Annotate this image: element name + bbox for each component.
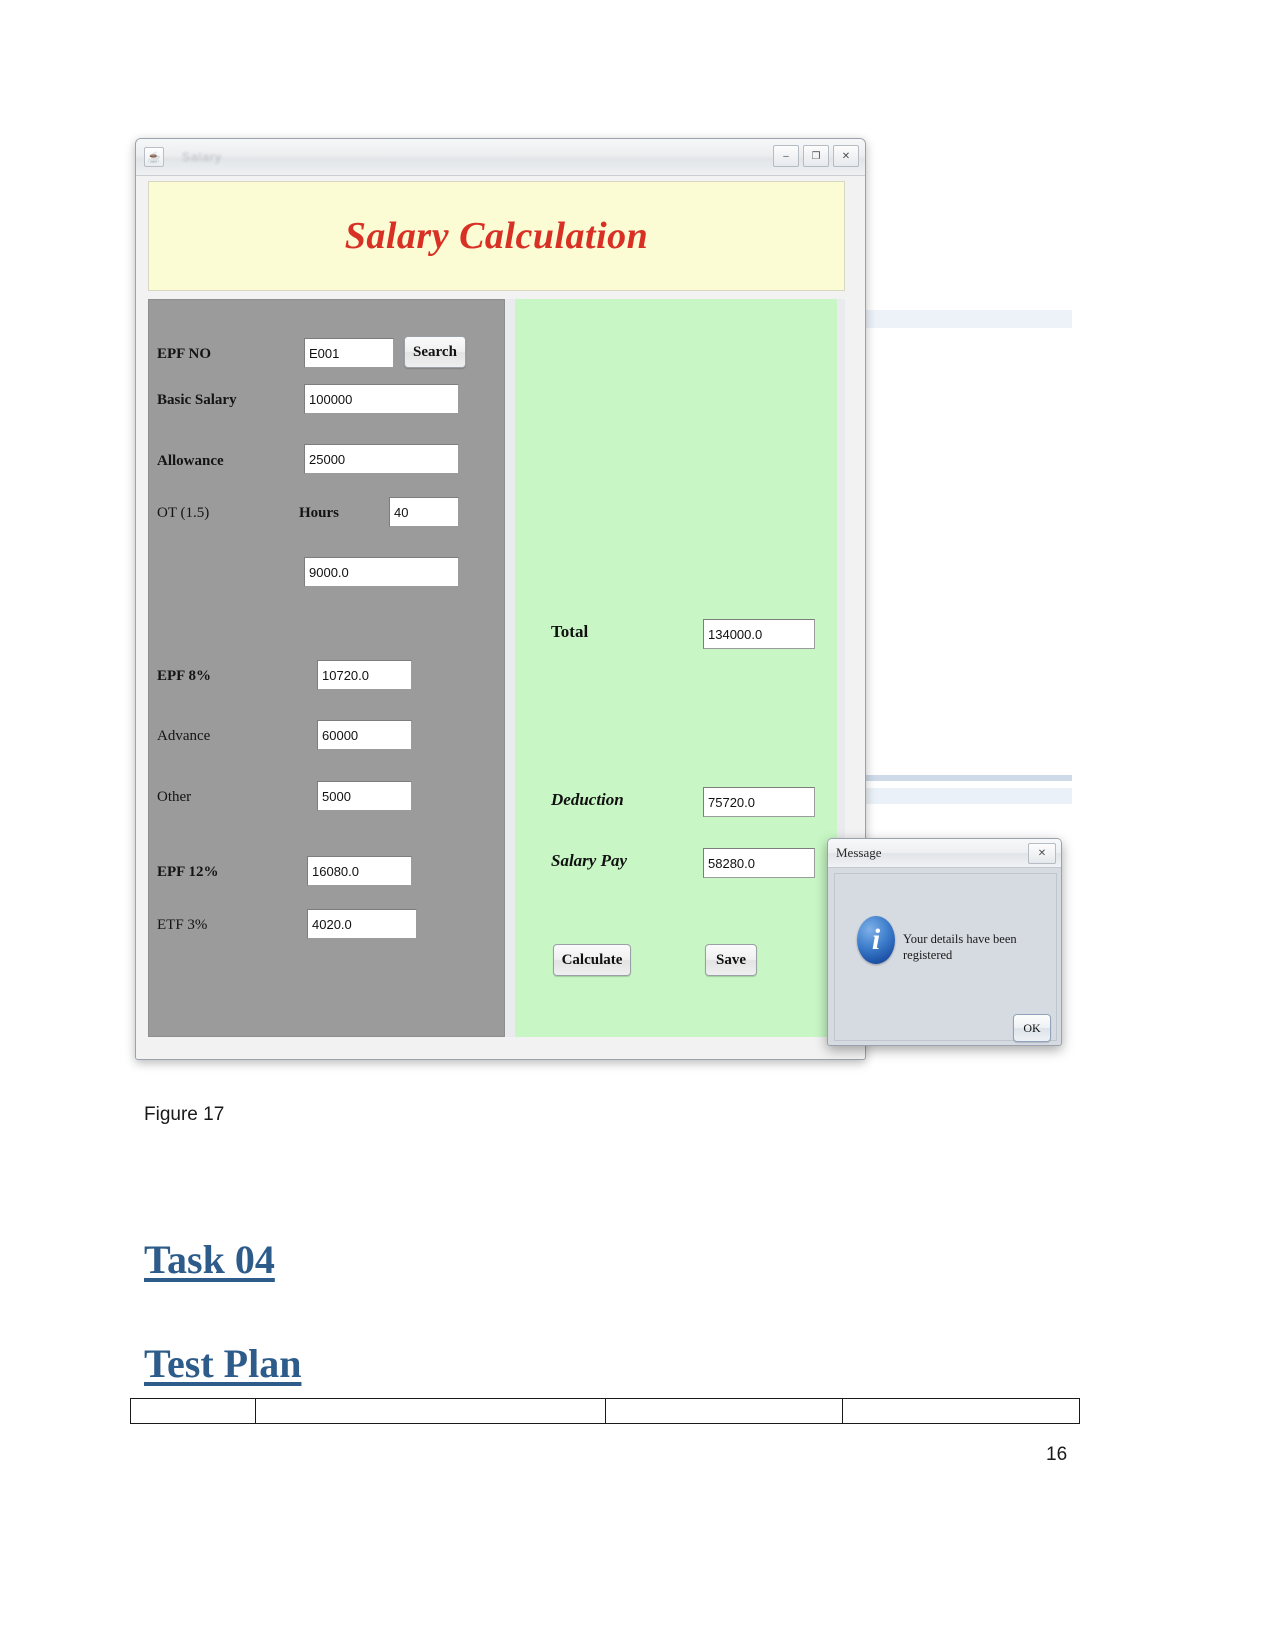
figure-caption: Figure 17: [144, 1104, 225, 1125]
total-input[interactable]: 134000.0: [703, 619, 815, 649]
page-number: 16: [1046, 1444, 1068, 1465]
window-controls: – ❐ ✕: [773, 145, 859, 167]
background-doc-strip: [860, 775, 1072, 781]
allowance-input[interactable]: 25000: [304, 444, 459, 474]
advance-input[interactable]: 60000: [317, 720, 412, 750]
epf-no-label: EPF NO: [157, 346, 212, 362]
table-cell: [606, 1399, 843, 1423]
header-banner: Salary Calculation: [148, 181, 845, 291]
basic-salary-label: Basic Salary: [157, 392, 237, 408]
epf12-input[interactable]: 16080.0: [307, 856, 412, 886]
test-plan-table: [130, 1398, 1080, 1424]
dialog-title-bar[interactable]: Message ✕: [828, 839, 1061, 868]
epf12-label: EPF 12%: [157, 864, 219, 880]
window-title-bar[interactable]: ☕ Salary – ❐ ✕: [136, 139, 865, 176]
page-title: Salary Calculation: [344, 215, 649, 257]
background-doc-strip: [860, 788, 1072, 804]
dialog-body: i Your details have been registered OK: [834, 873, 1057, 1042]
dialog-close-icon[interactable]: ✕: [1028, 843, 1056, 864]
calculate-button[interactable]: Calculate: [553, 944, 631, 976]
allowance-label: Allowance: [157, 453, 224, 469]
etf3-label: ETF 3%: [157, 917, 208, 933]
java-cup-icon: ☕: [144, 147, 164, 167]
other-input[interactable]: 5000: [317, 781, 412, 811]
results-panel: Total 134000.0 Deduction 75720.0 Salary …: [515, 299, 837, 1037]
salary-pay-input[interactable]: 58280.0: [703, 848, 815, 878]
background-doc-strip: [860, 310, 1072, 328]
table-cell: [843, 1399, 1079, 1423]
ot-label: OT (1.5): [157, 505, 210, 521]
input-panel: EPF NO E001 Search Basic Salary 100000 A…: [148, 299, 505, 1037]
content-panels: EPF NO E001 Search Basic Salary 100000 A…: [148, 299, 845, 1037]
hours-label: Hours: [299, 505, 340, 521]
table-cell: [131, 1399, 256, 1423]
epf8-label: EPF 8%: [157, 668, 212, 684]
deduction-label: Deduction: [551, 790, 624, 809]
ok-button[interactable]: OK: [1013, 1014, 1051, 1042]
search-button[interactable]: Search: [404, 336, 466, 368]
message-dialog: Message ✕ i Your details have been regis…: [827, 838, 1062, 1046]
epf-no-input[interactable]: E001: [304, 338, 394, 368]
ot-amount-input[interactable]: 9000.0: [304, 557, 459, 587]
maximize-button[interactable]: ❐: [803, 145, 829, 167]
basic-salary-input[interactable]: 100000: [304, 384, 459, 414]
info-icon: i: [857, 916, 895, 964]
etf3-input[interactable]: 4020.0: [307, 909, 417, 939]
other-label: Other: [157, 789, 192, 805]
window-title-text: Salary: [182, 150, 223, 164]
total-label: Total: [551, 622, 589, 641]
dialog-message: Your details have been registered: [903, 932, 1017, 963]
dialog-title: Message: [836, 845, 882, 860]
epf8-input[interactable]: 10720.0: [317, 660, 412, 690]
table-cell: [256, 1399, 606, 1423]
minimize-button[interactable]: –: [773, 145, 799, 167]
ot-hours-input[interactable]: 40: [389, 497, 459, 527]
deduction-input[interactable]: 75720.0: [703, 787, 815, 817]
save-button[interactable]: Save: [705, 944, 757, 976]
salary-calculation-window: ☕ Salary – ❐ ✕ Salary Calculation EPF NO…: [135, 138, 866, 1060]
salary-pay-label: Salary Pay: [551, 851, 628, 870]
heading-task-04: Task 04: [144, 1237, 275, 1282]
close-button[interactable]: ✕: [833, 145, 859, 167]
heading-test-plan: Test Plan: [144, 1341, 302, 1386]
advance-label: Advance: [157, 728, 211, 744]
